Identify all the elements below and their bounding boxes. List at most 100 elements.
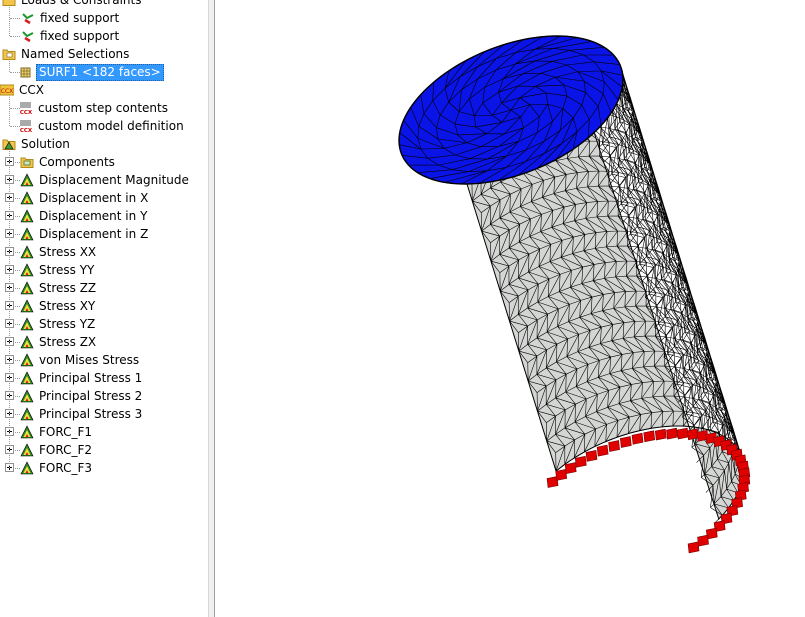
- tree-item-ccx-custom-label: custom model definition: [38, 119, 184, 133]
- result-icon: [20, 281, 34, 295]
- cylinder-mesh: [398, 35, 751, 554]
- 3d-viewport[interactable]: [215, 0, 805, 617]
- tree-item-principal-stress-1[interactable]: Principal Stress 1: [0, 369, 208, 387]
- constraint-marker: [585, 450, 598, 462]
- result-icon: [20, 389, 34, 403]
- result-icon: [20, 191, 34, 205]
- result-icon: [20, 317, 34, 331]
- tree-group-solution[interactable]: Solution: [0, 135, 208, 153]
- model-tree[interactable]: Loads & Constraints fixed support fixed su…: [0, 0, 208, 617]
- tree-group-solution-label: Solution: [21, 137, 70, 151]
- loads-icon: [2, 0, 16, 7]
- result-icon: [20, 299, 34, 313]
- tree-item-displacement-in-y[interactable]: Displacement in Y: [0, 207, 208, 225]
- tree-item-displacement-magnitude-label: Displacement Magnitude: [39, 173, 189, 187]
- svg-text:CCX: CCX: [1, 88, 14, 95]
- result-icon: [20, 353, 34, 367]
- ccx-icon: CCX: [0, 83, 14, 97]
- tree-item-stress-zz[interactable]: Stress ZZ: [0, 279, 208, 297]
- constraint-marker: [643, 430, 656, 443]
- tree-item-displacement-magnitude[interactable]: Displacement Magnitude: [0, 171, 208, 189]
- tree-group-named-selections[interactable]: Named Selections: [0, 45, 208, 63]
- tree-item-principal-stress-3-label: Principal Stress 3: [39, 407, 143, 421]
- panel-splitter[interactable]: [208, 0, 215, 617]
- ccx-doc-icon: CCX: [19, 101, 33, 115]
- tree-item-components[interactable]: Components: [0, 153, 208, 171]
- constraint-marker: [596, 444, 609, 457]
- tree-item-displacement-in-y-label: Displacement in Y: [39, 209, 148, 223]
- result-icon: [20, 443, 34, 457]
- result-icon: [20, 425, 34, 439]
- tree-item-displacement-in-z-label: Displacement in Z: [39, 227, 149, 241]
- tree-group-loads-label: Loads & Constraints: [21, 0, 142, 7]
- tree-item-forc-f2[interactable]: FORC_F2: [0, 441, 208, 459]
- solution-icon: [2, 137, 16, 151]
- tree-connector-vertical: [9, 97, 10, 126]
- constraint-marker: [687, 541, 700, 554]
- tree-group-loads[interactable]: Loads & Constraints: [0, 0, 208, 9]
- tree-item-von-mises-stress-label: von Mises Stress: [39, 353, 140, 367]
- constraint-marker: [654, 428, 667, 441]
- constraint-marker: [631, 432, 644, 445]
- tree-item-stress-zx[interactable]: Stress ZX: [0, 333, 208, 351]
- result-icon: [20, 263, 34, 277]
- support-icon: [21, 29, 35, 43]
- tree-item-surf1[interactable]: SURF1 <182 faces>: [0, 63, 208, 81]
- result-icon: [20, 335, 34, 349]
- tree-item-components-label: Components: [39, 155, 115, 169]
- constraint-marker: [619, 436, 632, 448]
- result-icon: [20, 461, 34, 475]
- result-icon: [20, 209, 34, 223]
- constraint-marker: [687, 428, 699, 441]
- tree-item-stress-zx-label: Stress ZX: [39, 335, 97, 349]
- tree-item-stress-xy-label: Stress XY: [39, 299, 96, 313]
- tree-item-principal-stress-3[interactable]: Principal Stress 3: [0, 405, 208, 423]
- tree-item-fixed-support-label: fixed support: [40, 11, 120, 25]
- tree-item-von-mises-stress[interactable]: von Mises Stress: [0, 351, 208, 369]
- constraint-marker: [676, 427, 689, 440]
- tree-item-ccx-custom[interactable]: CCX custom model definition: [0, 117, 208, 135]
- tree-item-displacement-in-z[interactable]: Displacement in Z: [0, 225, 208, 243]
- tree-item-displacement-in-x-label: Displacement in X: [39, 191, 149, 205]
- result-icon: [20, 407, 34, 421]
- tree-item-forc-f3[interactable]: FORC_F3: [0, 459, 208, 477]
- tree-item-principal-stress-1-label: Principal Stress 1: [39, 371, 143, 385]
- tree-connector-vertical: [9, 61, 10, 72]
- tree-item-stress-xy[interactable]: Stress XY: [0, 297, 208, 315]
- constraint-marker: [697, 534, 709, 547]
- tree-item-ccx-custom-label: custom step contents: [38, 101, 168, 115]
- tree-group-named-selections-label: Named Selections: [21, 47, 130, 61]
- support-icon: [21, 11, 35, 25]
- tree-item-stress-xx[interactable]: Stress XX: [0, 243, 208, 261]
- constraint-marker: [666, 427, 678, 440]
- result-icon: [20, 245, 34, 259]
- tree-item-stress-yz-label: Stress YZ: [39, 317, 96, 331]
- tree-item-stress-yz[interactable]: Stress YZ: [0, 315, 208, 333]
- tree-item-stress-yy-label: Stress YY: [39, 263, 95, 277]
- result-icon: [20, 227, 34, 241]
- tree-item-fixed-support[interactable]: fixed support: [0, 9, 208, 27]
- tree-item-fixed-support[interactable]: fixed support: [0, 27, 208, 45]
- tree-item-stress-xx-label: Stress XX: [39, 245, 97, 259]
- svg-text:CCX: CCX: [20, 128, 33, 133]
- tree-item-fixed-support-label: fixed support: [40, 29, 120, 43]
- tree-group-ccx[interactable]: CCX CCX: [0, 81, 208, 99]
- tree-connector-vertical: [9, 7, 10, 36]
- tree-item-forc-f1[interactable]: FORC_F1: [0, 423, 208, 441]
- tree-connector-vertical: [9, 151, 10, 468]
- result-icon: [20, 173, 34, 187]
- surface-icon: [19, 65, 33, 79]
- tree-item-ccx-custom[interactable]: CCX custom step contents: [0, 99, 208, 117]
- tree-item-stress-yy[interactable]: Stress YY: [0, 261, 208, 279]
- tree-item-forc-f1-label: FORC_F1: [39, 425, 93, 439]
- tree-group-ccx-label: CCX: [19, 83, 44, 97]
- tree-item-principal-stress-2[interactable]: Principal Stress 2: [0, 387, 208, 405]
- constraint-marker: [555, 469, 568, 481]
- tree-item-forc-f2-label: FORC_F2: [39, 443, 93, 457]
- constraint-marker: [564, 462, 577, 474]
- result-icon: [20, 371, 34, 385]
- tree-item-principal-stress-2-label: Principal Stress 2: [39, 389, 143, 403]
- tree-item-displacement-in-x[interactable]: Displacement in X: [0, 189, 208, 207]
- named-icon: [2, 47, 16, 61]
- svg-text:CCX: CCX: [20, 110, 33, 115]
